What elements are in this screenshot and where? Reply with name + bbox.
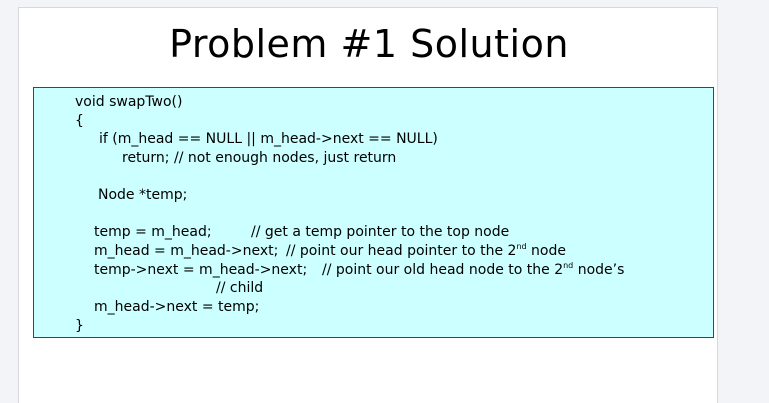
code-line-advance-head: m_head = m_head->next; [94, 243, 279, 259]
ordinal-suffix: nd [516, 242, 527, 251]
code-block: void swapTwo() { if (m_head == NULL || m… [33, 87, 714, 338]
code-comment-child: // child [216, 280, 264, 296]
code-line-close-brace: } [75, 318, 84, 334]
code-line-open-brace: { [75, 113, 84, 129]
code-line-assign-temp: temp = m_head; [94, 224, 212, 240]
code-line-signature: void swapTwo() [75, 94, 183, 110]
slide-title: Problem #1 Solution [169, 22, 569, 66]
code-line-relink-next: temp->next = m_head->next; [94, 262, 308, 278]
code-line-link-temp: m_head->next = temp; [94, 299, 260, 315]
code-comment-advance-head: // point our head pointer to the 2nd nod… [286, 242, 566, 260]
comment-text-end: node [526, 243, 566, 259]
comment-text-end: node’s [573, 262, 625, 278]
comment-text: // point our old head node to the 2 [322, 262, 564, 278]
ordinal-suffix: nd [563, 261, 574, 270]
slide: Problem #1 Solution void swapTwo() { if … [18, 7, 718, 403]
code-line-return: return; // not enough nodes, just return [122, 150, 397, 166]
code-line-if: if (m_head == NULL || m_head->next == NU… [99, 131, 438, 147]
code-line-declare-temp: Node *temp; [98, 187, 188, 203]
comment-text: // point our head pointer to the 2 [286, 243, 517, 259]
code-comment-assign-temp: // get a temp pointer to the top node [251, 224, 510, 240]
code-comment-relink-next: // point our old head node to the 2nd no… [322, 261, 624, 279]
